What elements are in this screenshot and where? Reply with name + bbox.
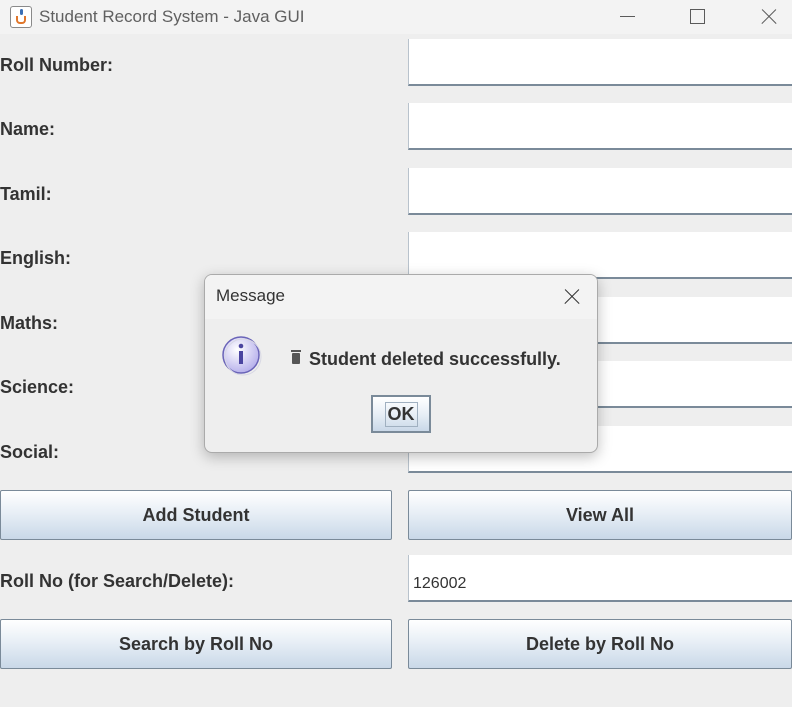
delete-by-roll-button[interactable]: Delete by Roll No xyxy=(408,619,792,669)
close-icon[interactable] xyxy=(732,0,792,34)
maximize-icon[interactable] xyxy=(662,0,732,34)
info-icon xyxy=(222,336,262,376)
window-title: Student Record System - Java GUI xyxy=(39,7,305,26)
social-label: Social: xyxy=(0,442,60,462)
minimize-icon[interactable] xyxy=(592,0,662,34)
search-roll-input[interactable] xyxy=(408,555,792,602)
tamil-label: Tamil: xyxy=(0,184,52,204)
maths-label: Maths: xyxy=(0,313,58,333)
message-dialog: Message Student deleted successfully. OK xyxy=(204,274,598,453)
name-label: Name: xyxy=(0,119,56,139)
dialog-titlebar: Message xyxy=(205,275,597,319)
trash-icon xyxy=(291,350,301,364)
search-by-roll-button[interactable]: Search by Roll No xyxy=(0,619,392,669)
dialog-close-icon[interactable] xyxy=(557,283,587,311)
english-label: English: xyxy=(0,248,71,268)
search-roll-label: Roll No (for Search/Delete): xyxy=(0,571,235,591)
window-titlebar: Student Record System - Java GUI xyxy=(0,0,792,34)
name-input[interactable] xyxy=(408,103,792,150)
java-cup-icon xyxy=(10,6,32,28)
add-student-button[interactable]: Add Student xyxy=(0,490,392,540)
view-all-button[interactable]: View All xyxy=(408,490,792,540)
roll-number-input[interactable] xyxy=(408,39,792,86)
dialog-title: Message xyxy=(216,286,285,305)
tamil-input[interactable] xyxy=(408,168,792,215)
english-input[interactable] xyxy=(408,232,792,279)
ok-button[interactable]: OK xyxy=(371,395,431,433)
science-label: Science: xyxy=(0,377,75,397)
dialog-message: Student deleted successfully. xyxy=(309,349,561,369)
roll-number-label: Roll Number: xyxy=(0,55,114,75)
ok-button-label: OK xyxy=(384,401,418,427)
